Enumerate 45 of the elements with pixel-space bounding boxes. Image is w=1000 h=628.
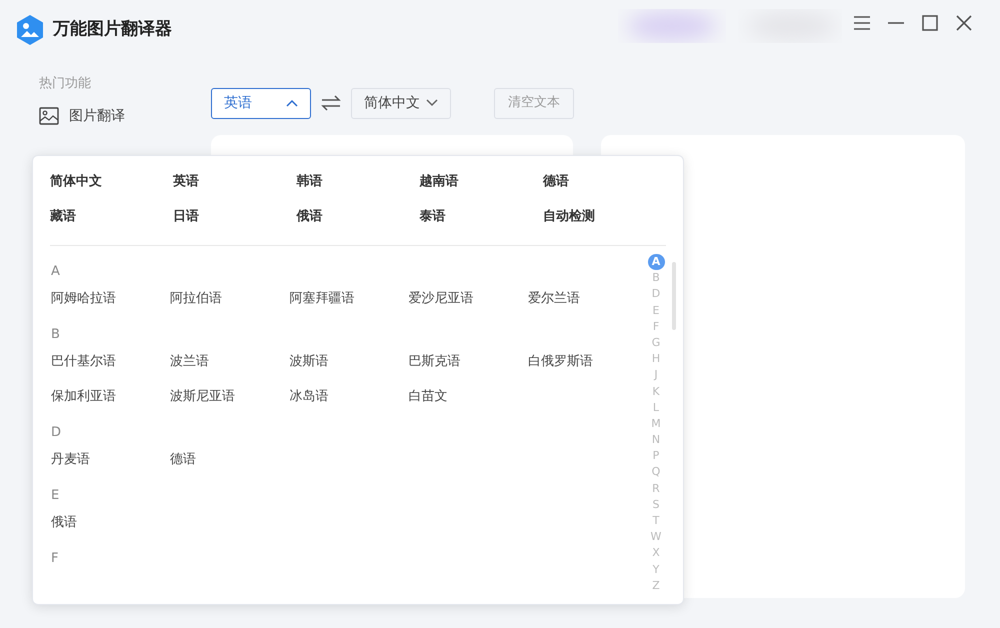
image-icon xyxy=(39,107,59,125)
letter-heading: D xyxy=(51,425,62,441)
language-option[interactable]: 白苗文 xyxy=(408,388,528,406)
language-option[interactable]: 阿姆哈拉语 xyxy=(51,290,170,308)
language-option[interactable]: 俄语 xyxy=(296,208,420,226)
language-option[interactable]: 波兰语 xyxy=(170,353,290,371)
letter-heading: E xyxy=(51,488,60,504)
language-option[interactable]: 藏语 xyxy=(50,208,174,226)
language-option[interactable]: 巴斯克语 xyxy=(408,353,528,371)
menu-icon[interactable] xyxy=(852,13,872,33)
language-option[interactable]: 自动检测 xyxy=(542,208,666,226)
section-heading: 热门功能 xyxy=(39,75,92,93)
language-option[interactable]: 波斯尼亚语 xyxy=(170,388,290,406)
language-option[interactable]: 白俄罗斯语 xyxy=(528,353,647,371)
sidebar-item[interactable]: 图片翻译 xyxy=(39,106,211,126)
language-option[interactable]: 爱尔兰语 xyxy=(528,290,647,308)
language-option[interactable]: 巴什基尔语 xyxy=(51,353,170,371)
caret-icon xyxy=(426,99,438,107)
language-option[interactable]: 丹麦语 xyxy=(51,451,170,469)
language-option[interactable]: 阿塞拜疆语 xyxy=(289,290,409,308)
language-option[interactable]: 越南语 xyxy=(420,173,543,191)
language-option[interactable]: 日语 xyxy=(173,208,296,226)
target-language-select[interactable]: 简体中文 xyxy=(351,88,451,118)
language-option[interactable]: 冰岛语 xyxy=(289,388,409,406)
window-title: 万能图片翻译器 xyxy=(53,18,172,42)
source-language-select[interactable]: 英语 xyxy=(211,88,311,118)
language-option[interactable]: 阿拉伯语 xyxy=(170,290,290,308)
language-option[interactable]: 韩语 xyxy=(296,173,420,191)
language-option[interactable]: 泰语 xyxy=(420,208,543,226)
maximize-icon[interactable] xyxy=(920,13,940,33)
swap-icon[interactable] xyxy=(321,95,341,111)
letter-heading: F xyxy=(51,551,60,567)
language-option[interactable]: 爱沙尼亚语 xyxy=(408,290,528,308)
app-logo-icon xyxy=(15,14,45,46)
language-option[interactable]: 俄语 xyxy=(51,514,170,532)
close-icon[interactable] xyxy=(954,13,974,33)
letter-heading: A xyxy=(51,264,61,280)
language-option[interactable]: 保加利亚语 xyxy=(51,388,170,406)
language-option[interactable]: 德语 xyxy=(542,173,666,191)
language-option[interactable]: 英语 xyxy=(173,173,296,191)
language-option[interactable]: 波斯语 xyxy=(289,353,409,371)
language-option[interactable]: 德语 xyxy=(170,451,290,469)
language-option[interactable]: 简体中文 xyxy=(50,173,174,191)
letter-heading: B xyxy=(51,327,61,343)
caret-icon xyxy=(286,99,298,107)
